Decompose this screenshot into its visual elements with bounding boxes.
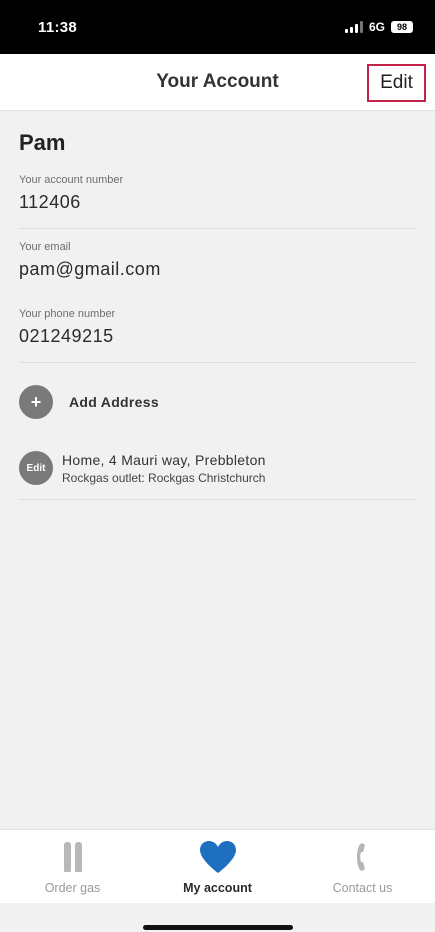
gas-bottle-icon — [63, 840, 82, 874]
email-field: Your email pam@gmail.com — [19, 241, 417, 280]
tab-label: My account — [183, 881, 252, 895]
plus-icon: + — [30, 392, 42, 412]
bottom-tab-bar: Order gas My account Contact us — [0, 829, 435, 904]
email-label: Your email — [19, 241, 71, 253]
edit-button[interactable]: Edit — [367, 64, 426, 102]
add-circle-icon: + — [19, 385, 53, 419]
edit-address-button[interactable]: Edit — [19, 451, 53, 485]
tab-contact-us[interactable]: Contact us — [290, 830, 435, 904]
divider — [19, 228, 417, 229]
phone-field: Your phone number 021249215 — [19, 308, 417, 347]
address-text: Home, 4 Mauri way, Prebbleton Rockgas ou… — [62, 452, 266, 485]
email-value: pam@gmail.com — [19, 259, 161, 279]
tab-my-account[interactable]: My account — [145, 830, 290, 904]
add-address-button[interactable]: + Add Address — [19, 383, 417, 421]
account-number-label: Your account number — [19, 174, 124, 186]
add-address-label: Add Address — [69, 394, 159, 410]
divider — [19, 362, 417, 363]
status-indicators: 6G 98 — [344, 20, 413, 34]
battery-icon: 98 — [391, 21, 413, 33]
tab-label: Contact us — [332, 881, 393, 895]
status-time: 11:38 — [38, 19, 78, 36]
phone-icon — [354, 840, 372, 874]
phone-value: 021249215 — [19, 326, 114, 346]
account-number-field: Your account number 112406 — [19, 174, 417, 213]
account-number-value: 112406 — [19, 192, 81, 212]
network-type: 6G — [368, 20, 385, 34]
signal-icon — [344, 21, 363, 33]
user-name: Pam — [19, 130, 66, 155]
tab-label: Order gas — [44, 881, 101, 895]
tab-order-gas[interactable]: Order gas — [0, 830, 145, 904]
heart-icon — [198, 840, 238, 874]
status-bar: 11:38 6G 98 — [0, 0, 435, 54]
address-line: Home, 4 Mauri way, Prebbleton — [62, 451, 266, 468]
home-indicator[interactable] — [143, 925, 293, 930]
phone-label: Your phone number — [19, 308, 116, 320]
address-item: Edit Home, 4 Mauri way, Prebbleton Rockg… — [19, 448, 417, 488]
outlet-line: Rockgas outlet: Rockgas Christchurch — [62, 470, 266, 485]
divider — [19, 499, 417, 500]
